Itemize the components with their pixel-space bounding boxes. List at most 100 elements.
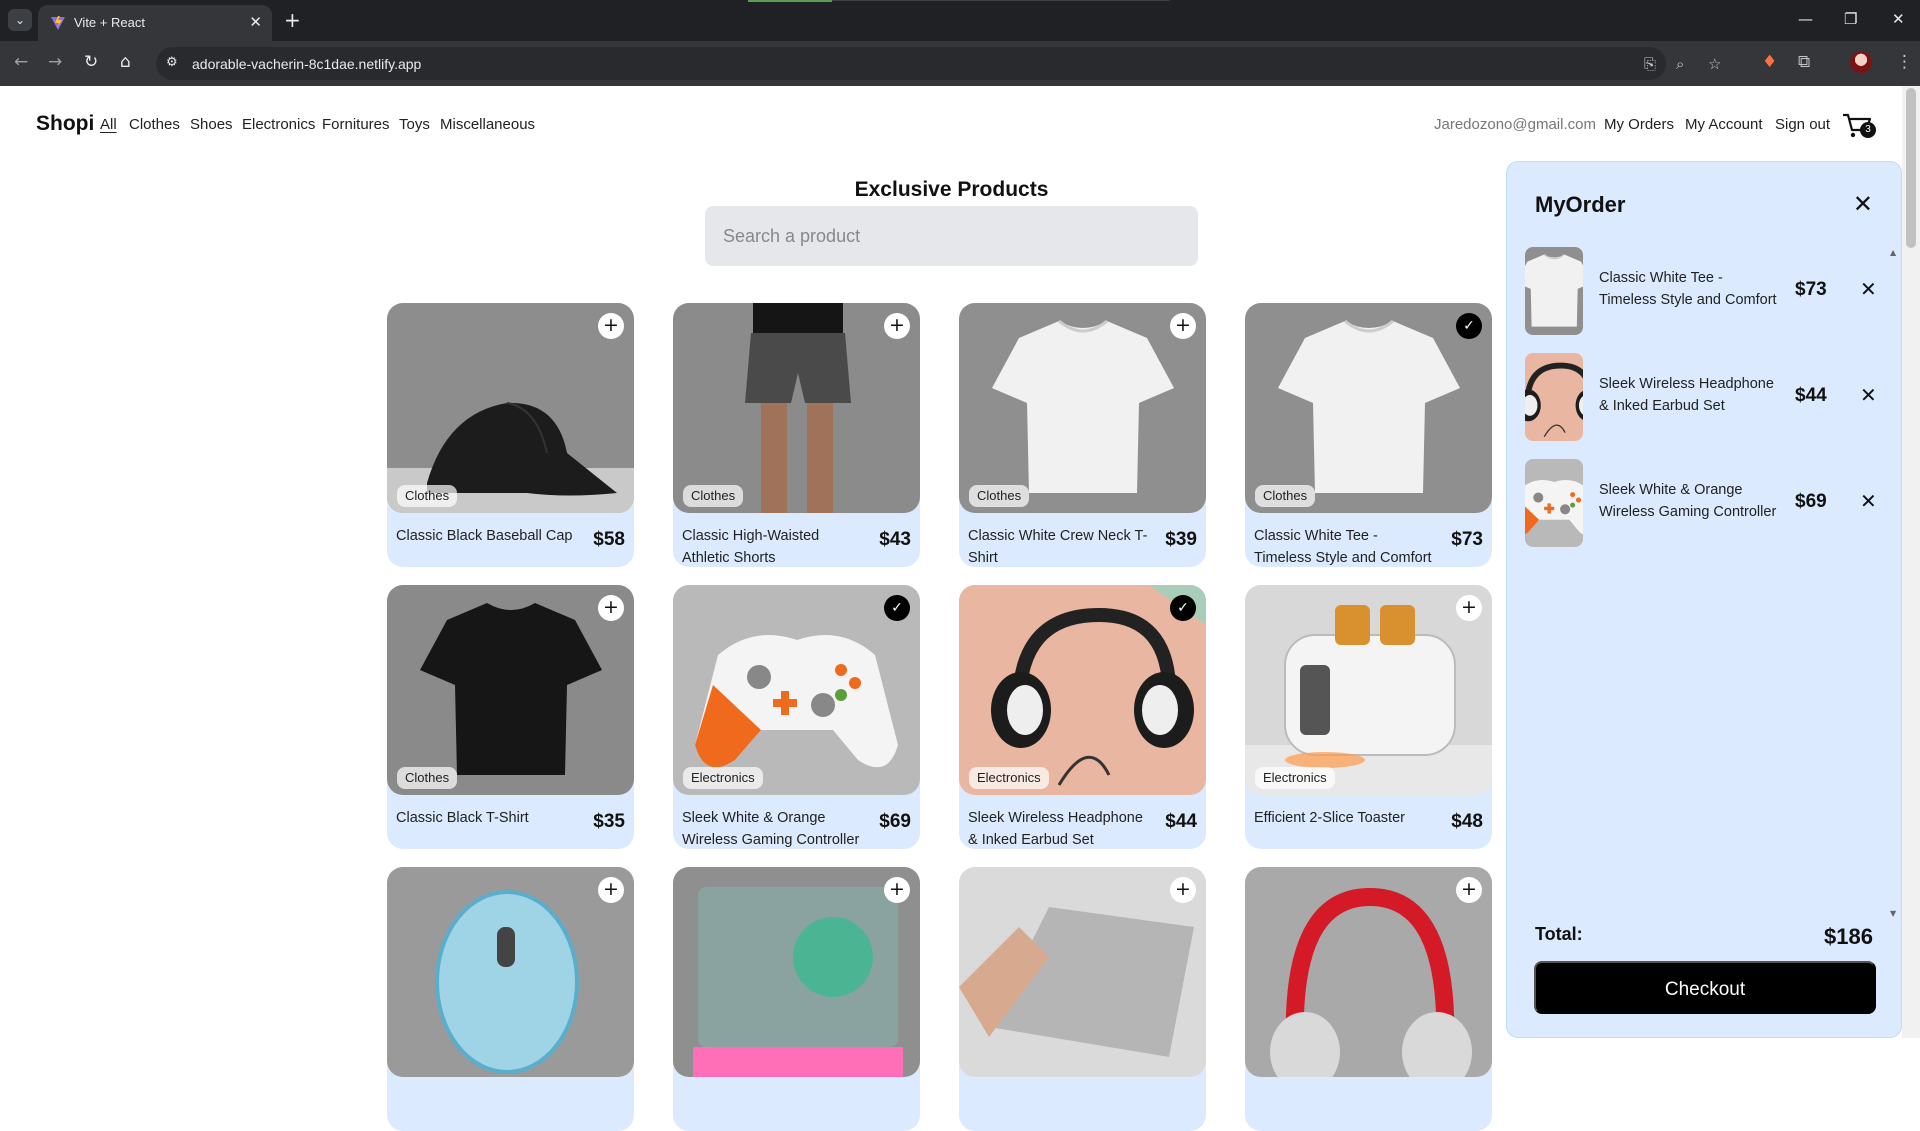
nav-link-electronics[interactable]: Electronics — [242, 116, 315, 133]
restore-icon[interactable]: ❐ — [1844, 10, 1857, 28]
nav-link-toys[interactable]: Toys — [399, 116, 430, 133]
nav-sign-out[interactable]: Sign out — [1775, 116, 1830, 133]
add-to-cart-plus-icon[interactable]: + — [598, 877, 624, 903]
add-to-cart-plus-icon[interactable]: + — [1456, 877, 1482, 903]
zoom-icon[interactable]: ⌕ — [1676, 55, 1684, 73]
nav-my-orders[interactable]: My Orders — [1604, 116, 1674, 133]
nav-my-account[interactable]: My Account — [1685, 116, 1763, 133]
product-image — [673, 303, 920, 513]
product-card[interactable]: Electronics ✓ Sleek Wireless Headphone & I… — [959, 585, 1206, 849]
add-to-cart-plus-icon[interactable]: + — [598, 313, 624, 339]
navbar: Shopi All Clothes Shoes Electronics Forn… — [0, 112, 1900, 142]
product-card[interactable]: + — [1245, 867, 1492, 1131]
product-card[interactable]: + — [387, 867, 634, 1131]
product-card[interactable]: Clothes + Classic Black Baseball Cap $58 — [387, 303, 634, 567]
product-image — [1245, 303, 1492, 513]
address-bar[interactable]: ⚙ adorable-vacherin-8c1dae.netlify.app ⎘… — [156, 47, 1721, 80]
nav-link-shoes[interactable]: Shoes — [190, 116, 233, 133]
added-check-icon[interactable]: ✓ — [1456, 313, 1482, 339]
cart-button[interactable]: 3 — [1842, 112, 1876, 140]
order-item: Sleek Wireless Headphone & Inked Earbud … — [1525, 353, 1885, 441]
side-menu-title: MyOrder — [1535, 192, 1626, 217]
order-item-name: Sleek Wireless Headphone & Inked Earbud … — [1599, 376, 1774, 414]
extensions-puzzle-icon[interactable]: ⧉ — [1798, 52, 1810, 72]
product-image — [959, 585, 1206, 795]
search-input[interactable] — [705, 206, 1198, 266]
product-card[interactable]: Electronics + Efficient 2-Slice Toaster $48 — [1245, 585, 1492, 849]
translate-icon[interactable]: ⎘ — [1644, 55, 1656, 73]
nav-link-miscellaneous[interactable]: Miscellaneous — [440, 116, 535, 133]
close-window-icon[interactable]: ✕ — [1892, 10, 1905, 28]
tab-close-icon[interactable]: ✕ — [249, 13, 262, 31]
order-item-price: $69 — [1795, 491, 1827, 512]
close-side-menu-icon[interactable]: ✕ — [1853, 190, 1873, 218]
product-category-badge: Electronics — [683, 767, 763, 789]
nav-link-fornitures[interactable]: Fornitures — [322, 116, 390, 133]
remove-item-icon[interactable]: ✕ — [1860, 277, 1877, 301]
product-image — [959, 867, 1206, 1077]
product-card[interactable]: Clothes + Classic White Crew Neck T-Shirt $… — [959, 303, 1206, 567]
add-to-cart-plus-icon[interactable]: + — [884, 313, 910, 339]
product-image — [1245, 867, 1492, 1077]
product-category-badge: Electronics — [969, 767, 1049, 789]
added-check-icon[interactable]: ✓ — [1170, 595, 1196, 621]
product-card[interactable]: Clothes + Classic High-Waisted Athletic Sh… — [673, 303, 920, 567]
product-price: $73 — [1451, 529, 1483, 550]
remove-item-icon[interactable]: ✕ — [1860, 489, 1877, 513]
order-list-scrollbar[interactable]: ▲ ▼ — [1890, 248, 1898, 918]
extension-icon[interactable]: ♦ — [1762, 52, 1777, 72]
product-price: $69 — [879, 811, 911, 832]
tab-title: Vite + React — [74, 15, 145, 30]
add-to-cart-plus-icon[interactable]: + — [1170, 313, 1196, 339]
page-title: Exclusive Products — [854, 178, 1049, 201]
product-name: Sleek Wireless Headphone & Inked Earbud … — [968, 810, 1143, 848]
product-card[interactable]: + — [673, 867, 920, 1131]
product-image — [673, 867, 920, 1077]
nav-link-all[interactable]: All — [100, 116, 117, 133]
total-label: Total: — [1535, 924, 1583, 944]
add-to-cart-plus-icon[interactable]: + — [1456, 595, 1482, 621]
product-card[interactable]: Clothes ✓ Classic White Tee - Timeless Sty… — [1245, 303, 1492, 567]
site-info-icon[interactable]: ⚙ — [166, 55, 178, 70]
cart-count-badge: 3 — [1860, 122, 1876, 138]
checkout-button[interactable]: Checkout — [1534, 961, 1876, 1014]
product-card[interactable]: Electronics ✓ Sleek White & Orange Wireles… — [673, 585, 920, 849]
browser-tab[interactable]: Vite + React ✕ — [38, 5, 272, 41]
product-price: $43 — [879, 529, 911, 550]
product-category-badge: Electronics — [1255, 767, 1335, 789]
product-name: Classic Black Baseball Cap — [396, 528, 573, 544]
profile-avatar[interactable] — [1850, 51, 1872, 73]
add-to-cart-plus-icon[interactable]: + — [598, 595, 624, 621]
product-price: $35 — [593, 811, 625, 832]
product-card[interactable]: + — [959, 867, 1206, 1131]
new-tab-icon[interactable]: + — [284, 8, 301, 32]
product-name: Efficient 2-Slice Toaster — [1254, 810, 1405, 826]
product-category-badge: Clothes — [397, 485, 458, 507]
product-card[interactable]: Clothes + Classic Black T-Shirt $35 — [387, 585, 634, 849]
order-item-name: Classic White Tee - Timeless Style and C… — [1599, 270, 1777, 308]
product-name: Sleek White & Orange Wireless Gaming Con… — [682, 810, 860, 848]
product-image — [387, 867, 634, 1077]
tab-search-button[interactable]: ⌄ — [8, 9, 32, 31]
browser-menu-icon[interactable]: ⋮ — [1896, 52, 1913, 72]
product-price: $39 — [1165, 529, 1197, 550]
browser-tab-bar: ⌄ Vite + React ✕ + — ❐ ✕ — [0, 0, 1920, 41]
product-category-badge: Clothes — [969, 485, 1030, 507]
product-category-badge: Clothes — [397, 767, 458, 789]
add-to-cart-plus-icon[interactable]: + — [1170, 877, 1196, 903]
brand-logo[interactable]: Shopi — [36, 112, 94, 136]
reload-icon[interactable]: ↻ — [84, 52, 98, 72]
bookmark-star-icon[interactable]: ☆ — [1708, 55, 1721, 73]
minimize-icon[interactable]: — — [1798, 10, 1813, 28]
home-icon[interactable]: ⌂ — [120, 52, 131, 72]
product-category-badge: Clothes — [1255, 485, 1316, 507]
nav-link-clothes[interactable]: Clothes — [129, 116, 180, 133]
add-to-cart-plus-icon[interactable]: + — [884, 877, 910, 903]
url-text: adorable-vacherin-8c1dae.netlify.app — [192, 56, 422, 72]
forward-icon[interactable]: → — [48, 52, 62, 72]
page-scrollbar[interactable] — [1902, 86, 1920, 1038]
back-icon[interactable]: ← — [14, 52, 28, 72]
remove-item-icon[interactable]: ✕ — [1860, 383, 1877, 407]
scrollbar-thumb[interactable] — [1906, 88, 1916, 248]
added-check-icon[interactable]: ✓ — [884, 595, 910, 621]
